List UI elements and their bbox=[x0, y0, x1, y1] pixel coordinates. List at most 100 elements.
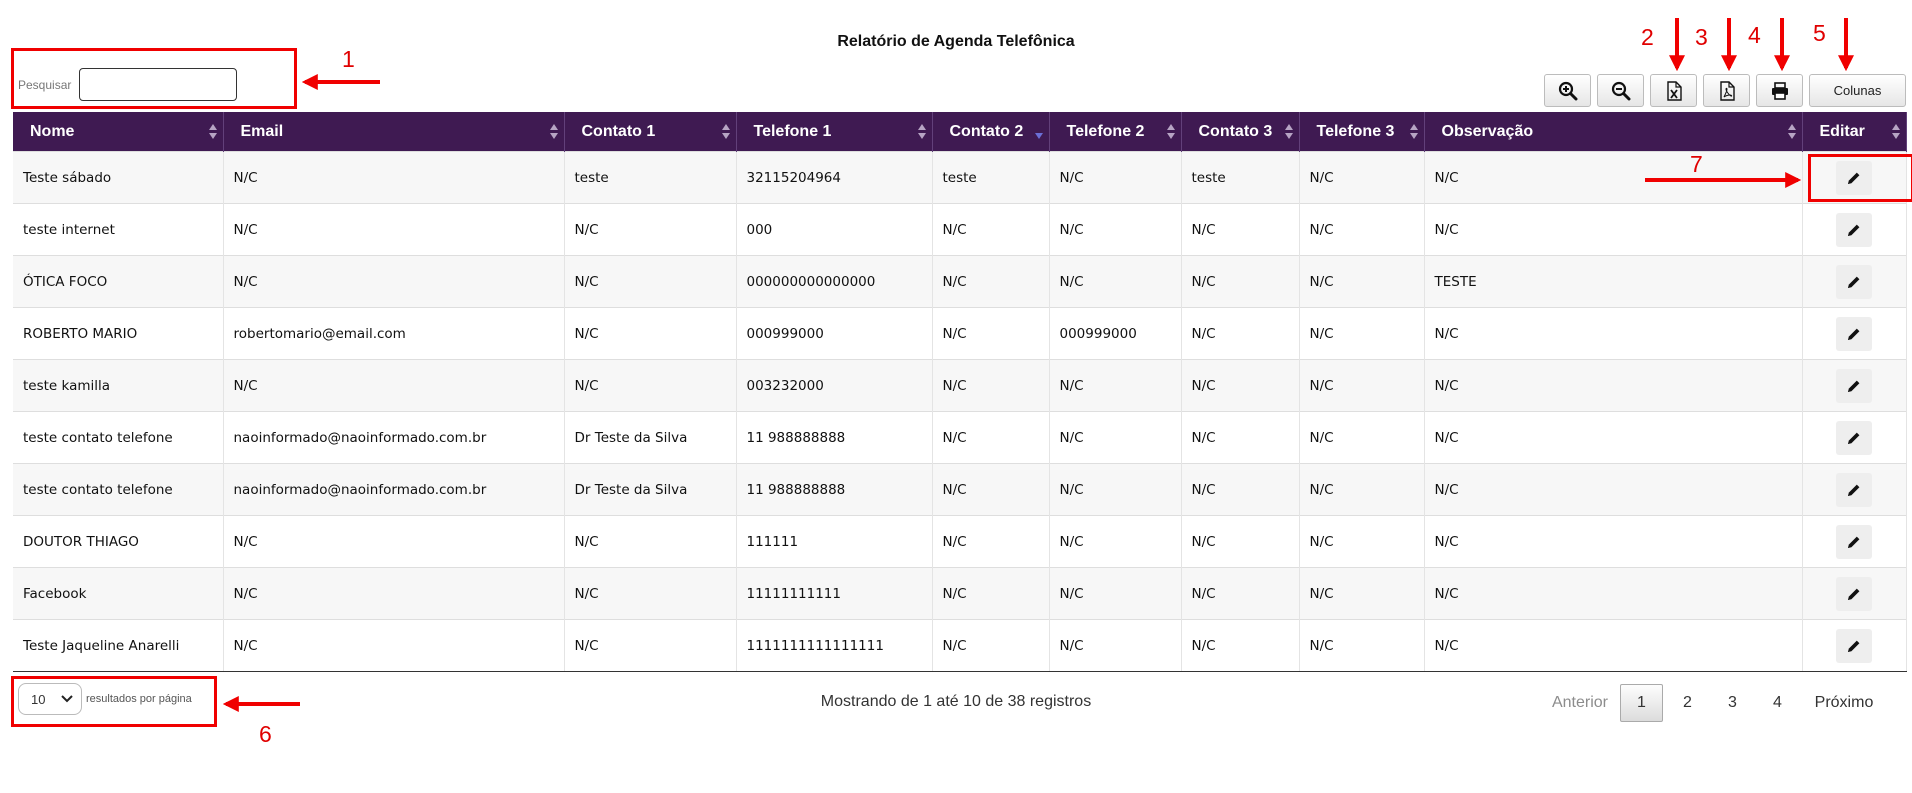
edit-button[interactable] bbox=[1836, 628, 1872, 663]
column-header-8[interactable]: Observação bbox=[1424, 112, 1803, 152]
table-cell: N/C bbox=[1181, 203, 1300, 256]
sort-arrows-icon bbox=[208, 124, 217, 139]
edit-cell bbox=[1802, 411, 1907, 464]
zoom-out-button[interactable] bbox=[1597, 74, 1644, 107]
table-cell: 32115204964 bbox=[736, 151, 933, 204]
export-excel-button[interactable] bbox=[1650, 74, 1697, 107]
table-row: Facebook N/C N/C 11111111111 N/C N/C N/C N/C N/C bbox=[13, 567, 1907, 620]
table-cell: N/C bbox=[223, 359, 565, 412]
columns-button[interactable]: Colunas bbox=[1809, 74, 1906, 107]
pdf-icon bbox=[1719, 80, 1735, 101]
table-cell: N/C bbox=[1181, 463, 1300, 516]
edit-cell bbox=[1802, 255, 1907, 308]
table-cell: Teste sábado bbox=[13, 151, 224, 204]
table-cell: N/C bbox=[1181, 359, 1300, 412]
table-cell: N/C bbox=[1181, 619, 1300, 672]
annotation-number-2: 2 bbox=[1641, 24, 1654, 50]
column-header-label: Contato 3 bbox=[1198, 122, 1273, 140]
table-cell: 003232000 bbox=[736, 359, 933, 412]
table-cell: Dr Teste da Silva bbox=[564, 411, 737, 464]
page-button-4[interactable]: 4 bbox=[1755, 684, 1800, 722]
edit-button[interactable] bbox=[1836, 576, 1872, 611]
sort-arrows-icon bbox=[1787, 124, 1796, 139]
table-cell: N/C bbox=[1049, 567, 1182, 620]
column-header-label: Nome bbox=[30, 122, 75, 140]
table-cell: N/C bbox=[1299, 515, 1425, 568]
table-cell: N/C bbox=[223, 203, 565, 256]
table-cell: N/C bbox=[1181, 255, 1300, 308]
edit-cell bbox=[1802, 203, 1907, 256]
page-button-3[interactable]: 3 bbox=[1710, 684, 1755, 722]
pencil-icon bbox=[1848, 224, 1860, 236]
table-cell: teste bbox=[932, 151, 1050, 204]
table-cell: N/C bbox=[223, 151, 565, 204]
column-header-label: Telefone 3 bbox=[1316, 122, 1395, 140]
zoom-in-button[interactable] bbox=[1544, 74, 1591, 107]
column-header-label: Contato 2 bbox=[949, 122, 1024, 140]
table-cell: Teste Jaqueline Anarelli bbox=[13, 619, 224, 672]
table-cell: teste bbox=[564, 151, 737, 204]
next-page-button[interactable]: Próximo bbox=[1804, 684, 1884, 722]
table-cell: N/C bbox=[1424, 567, 1803, 620]
table-cell: N/C bbox=[1049, 359, 1182, 412]
table-cell: N/C bbox=[1299, 619, 1425, 672]
annotation-box-edit bbox=[1808, 154, 1912, 202]
column-header-9[interactable]: Editar bbox=[1802, 112, 1907, 152]
sort-arrows-icon bbox=[1034, 124, 1043, 139]
table-cell: N/C bbox=[1424, 203, 1803, 256]
page-button-1[interactable]: 1 bbox=[1620, 684, 1663, 722]
column-header-7[interactable]: Telefone 3 bbox=[1299, 112, 1425, 152]
table-cell: teste kamilla bbox=[13, 359, 224, 412]
sort-arrows-icon bbox=[1891, 124, 1900, 139]
page-button-2[interactable]: 2 bbox=[1665, 684, 1710, 722]
print-button[interactable] bbox=[1756, 74, 1803, 107]
column-header-0[interactable]: Nome bbox=[13, 112, 224, 152]
column-header-5[interactable]: Telefone 2 bbox=[1049, 112, 1182, 152]
table-cell: N/C bbox=[223, 515, 565, 568]
edit-cell bbox=[1802, 619, 1907, 672]
sort-arrows-icon bbox=[1284, 124, 1293, 139]
column-header-3[interactable]: Telefone 1 bbox=[736, 112, 933, 152]
table-cell: 000999000 bbox=[1049, 307, 1182, 360]
table-cell: naoinformado@naoinformado.com.br bbox=[223, 411, 565, 464]
table-cell: N/C bbox=[1424, 359, 1803, 412]
table-cell: 111111 bbox=[736, 515, 933, 568]
column-header-4[interactable]: Contato 2 bbox=[932, 112, 1050, 152]
table-cell: N/C bbox=[1424, 619, 1803, 672]
table-cell: N/C bbox=[1049, 515, 1182, 568]
table-cell: N/C bbox=[1424, 151, 1803, 204]
table-cell: N/C bbox=[564, 307, 737, 360]
prev-page-button[interactable]: Anterior bbox=[1540, 684, 1620, 722]
table-cell: naoinformado@naoinformado.com.br bbox=[223, 463, 565, 516]
table-cell: N/C bbox=[1299, 463, 1425, 516]
pencil-icon bbox=[1848, 432, 1860, 444]
pencil-icon bbox=[1848, 328, 1860, 340]
table-row: teste internet N/C N/C 000 N/C N/C N/C N/C N/C bbox=[13, 203, 1907, 256]
table-cell: N/C bbox=[1181, 515, 1300, 568]
export-pdf-button[interactable] bbox=[1703, 74, 1750, 107]
edit-button[interactable] bbox=[1836, 264, 1872, 299]
table-cell: TESTE bbox=[1424, 255, 1803, 308]
edit-button[interactable] bbox=[1836, 420, 1872, 455]
edit-cell bbox=[1802, 567, 1907, 620]
table-cell: teste internet bbox=[13, 203, 224, 256]
edit-button[interactable] bbox=[1836, 472, 1872, 507]
table-cell: Facebook bbox=[13, 567, 224, 620]
edit-button[interactable] bbox=[1836, 368, 1872, 403]
sort-arrows-icon bbox=[721, 124, 730, 139]
table-cell: N/C bbox=[1299, 567, 1425, 620]
zoom-in-icon bbox=[1558, 81, 1577, 100]
table-cell: N/C bbox=[1424, 307, 1803, 360]
table-cell: N/C bbox=[1299, 411, 1425, 464]
print-icon bbox=[1771, 81, 1788, 100]
table-cell: N/C bbox=[932, 567, 1050, 620]
table-cell: N/C bbox=[932, 515, 1050, 568]
edit-button[interactable] bbox=[1836, 212, 1872, 247]
edit-button[interactable] bbox=[1836, 316, 1872, 351]
column-header-2[interactable]: Contato 1 bbox=[564, 112, 737, 152]
table-cell: 000 bbox=[736, 203, 933, 256]
edit-button[interactable] bbox=[1836, 524, 1872, 559]
column-header-6[interactable]: Contato 3 bbox=[1181, 112, 1300, 152]
column-header-1[interactable]: Email bbox=[223, 112, 565, 152]
toolbar: Colunas bbox=[1544, 74, 1906, 107]
